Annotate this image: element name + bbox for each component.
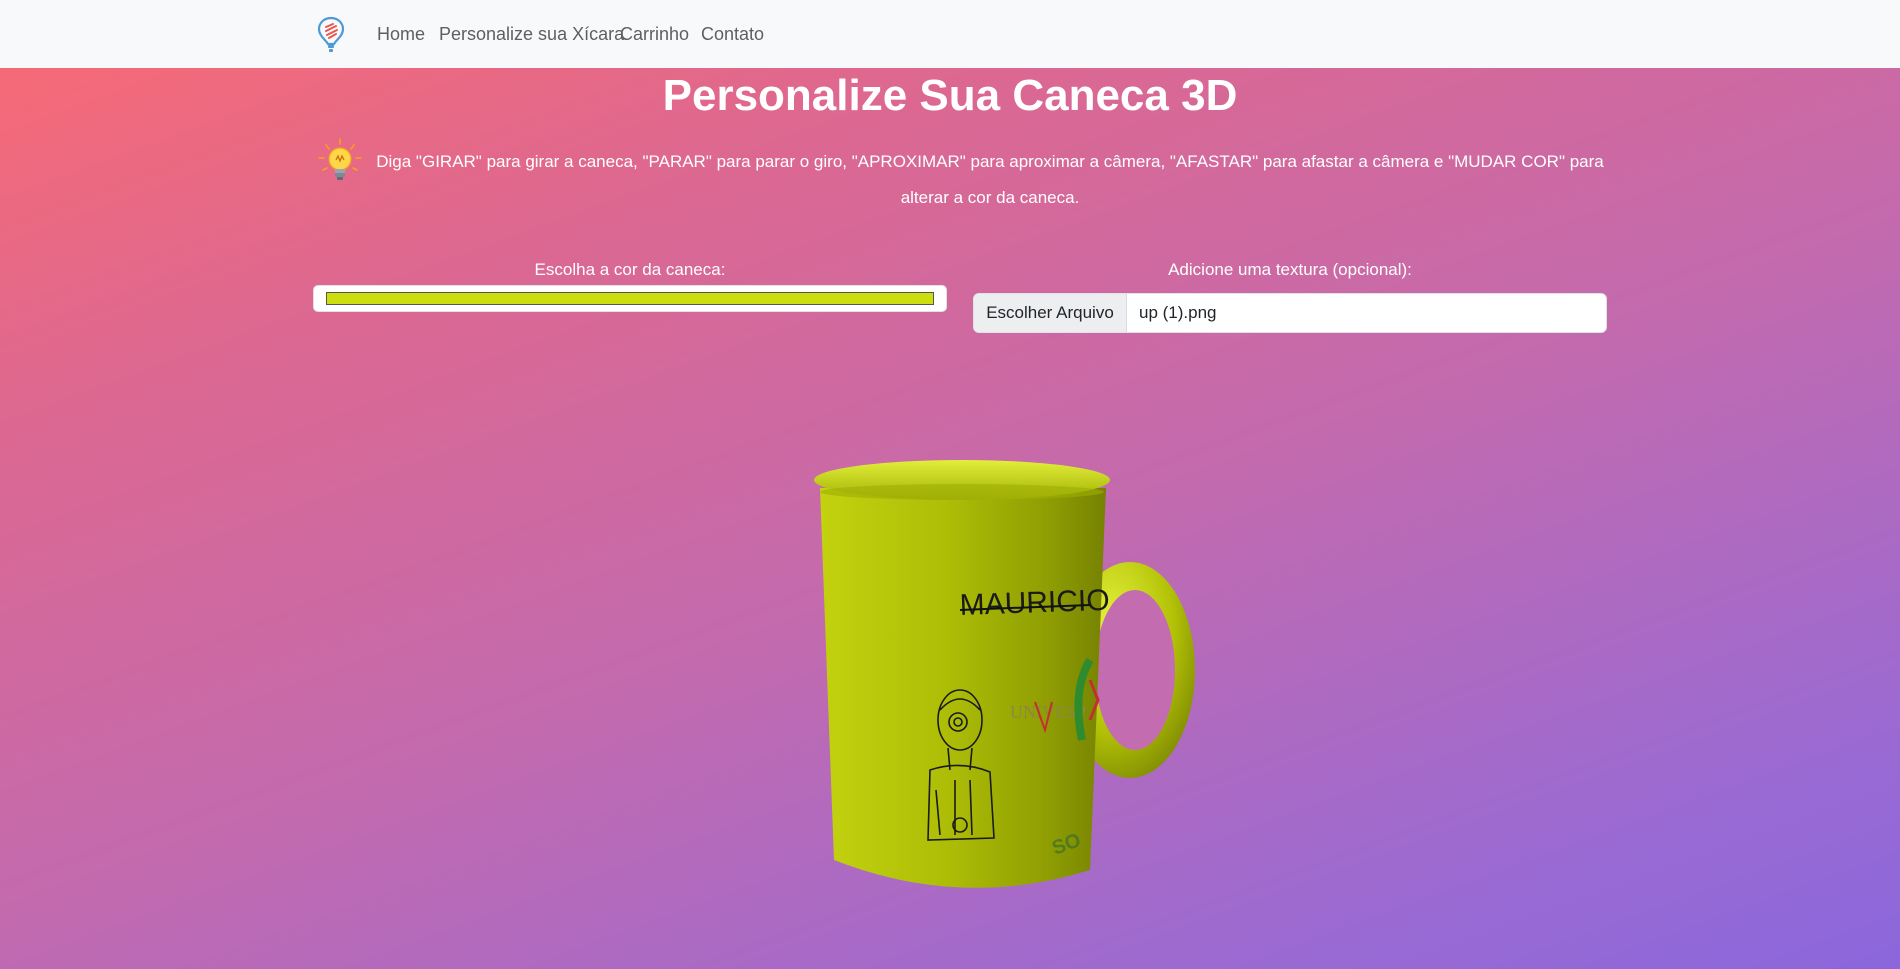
nav-link-cart[interactable]: Carrinho <box>620 22 689 46</box>
nav-link-home[interactable]: Home <box>377 22 425 46</box>
color-picker-label: Escolha a cor da caneca: <box>534 260 726 279</box>
lightbulb-icon <box>318 138 362 186</box>
nav-link-personalize[interactable]: Personalize sua Xícara <box>439 22 624 46</box>
nav-link-contact[interactable]: Contato <box>701 22 764 46</box>
color-picker-input[interactable] <box>313 285 947 312</box>
texture-label: Adicione uma textura (opcional): <box>1168 260 1412 279</box>
texture-file-input[interactable]: Escolher Arquivo up (1).png <box>973 293 1607 333</box>
choose-file-button[interactable]: Escolher Arquivo <box>974 294 1127 332</box>
color-swatch <box>326 292 934 305</box>
lightbulb-pin-icon[interactable] <box>316 16 346 54</box>
selected-file-name: up (1).png <box>1139 303 1217 322</box>
voice-instructions: Diga "GIRAR" para girar a caneca, "PARAR… <box>376 152 1604 207</box>
page-title: Personalize Sua Caneca 3D <box>662 71 1238 120</box>
mug-body <box>820 488 1106 888</box>
mug-3d-canvas[interactable]: MAURICIO UNIVESP SO <box>790 440 1230 900</box>
mug-texture-name: MAURICIO <box>959 584 1110 622</box>
navbar: Home Personalize sua Xícara Carrinho Con… <box>0 0 1900 68</box>
